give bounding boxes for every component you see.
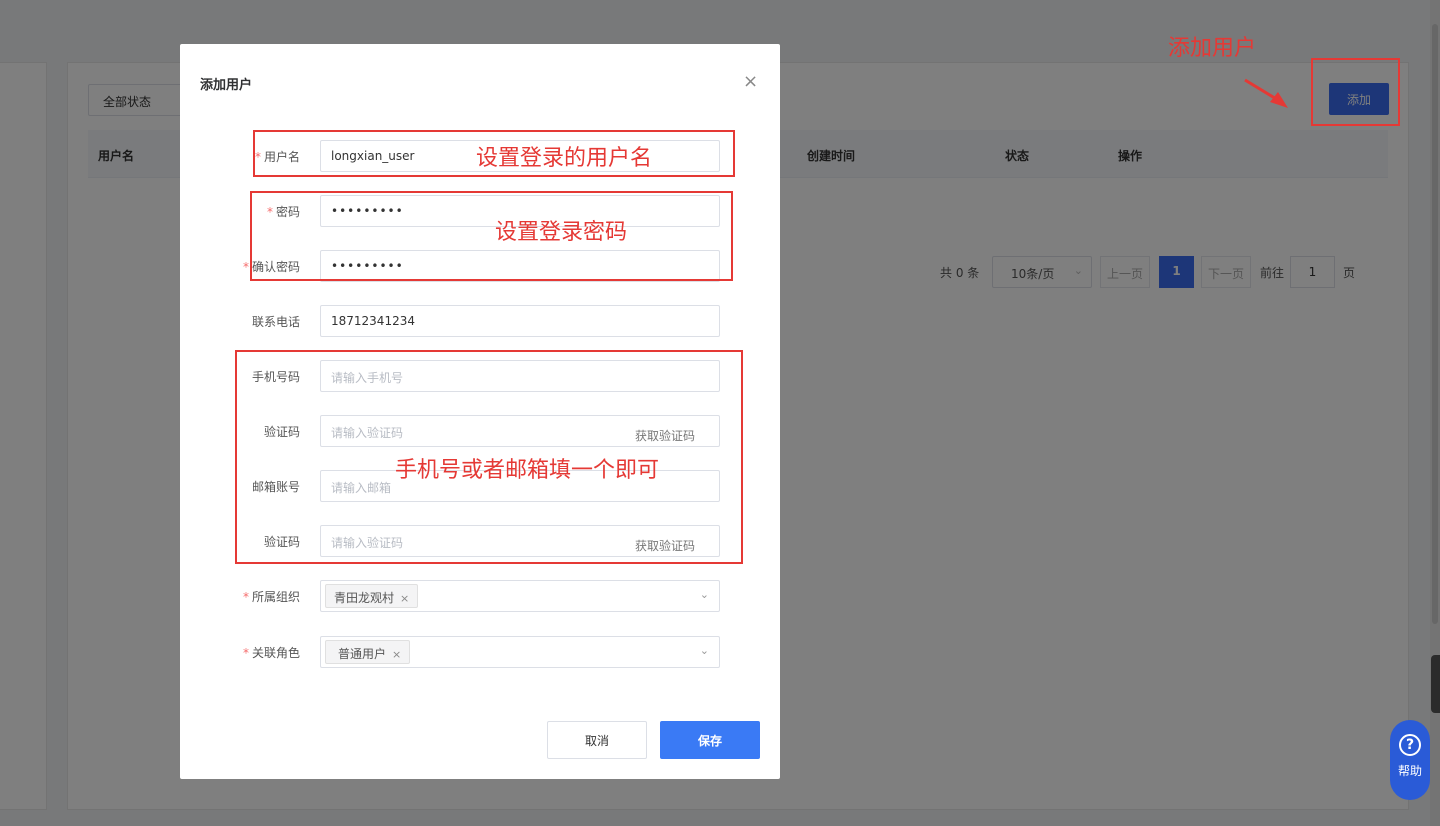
cancel-button[interactable]: 取消 (547, 721, 647, 759)
annotation-phone-or-email: 手机号或者邮箱填一个即可 (395, 458, 660, 483)
annotation-set-username: 设置登录的用户名 (476, 146, 653, 171)
question-icon: ? (1399, 734, 1421, 756)
annotation-box-add (1311, 58, 1400, 126)
save-button[interactable]: 保存 (660, 721, 760, 759)
form-row-role: * 关联角色 普通用户 × ⌄ (180, 636, 780, 668)
tag-close-icon[interactable]: × (392, 648, 401, 661)
organization-select[interactable]: 青田龙观村 × ⌄ (320, 580, 720, 612)
help-button[interactable]: ? 帮助 (1390, 720, 1430, 800)
role-label: * 关联角色 (242, 646, 300, 660)
close-icon[interactable]: × (743, 73, 758, 91)
annotation-add-user: 添加用户 (1168, 36, 1257, 61)
chevron-down-icon: ⌄ (699, 588, 709, 601)
role-select[interactable]: 普通用户 × ⌄ (320, 636, 720, 668)
role-tag: 普通用户 × (325, 640, 411, 664)
annotation-box-password (250, 191, 733, 281)
organization-tag: 青田龙观村 × (325, 584, 419, 608)
dialog-title: 添加用户 (200, 78, 253, 93)
help-label: 帮助 (1397, 764, 1422, 778)
chevron-down-icon: ⌄ (699, 644, 709, 657)
add-user-dialog: 添加用户 × * 用户名 longxian_user * 密码 ••••••••• … (180, 44, 780, 779)
side-widget[interactable] (1431, 655, 1440, 713)
form-row-phone: 联系电话 18712341234 (180, 305, 780, 337)
annotation-arrow-icon (1244, 78, 1288, 108)
phone-input[interactable]: 18712341234 (320, 305, 720, 337)
tag-close-icon[interactable]: × (400, 592, 409, 605)
organization-label: * 所属组织 (242, 590, 300, 604)
annotation-set-password: 设置登录密码 (495, 220, 628, 245)
phone-label: 联系电话 (251, 315, 300, 329)
form-row-organization: * 所属组织 青田龙观村 × ⌄ (180, 580, 780, 612)
